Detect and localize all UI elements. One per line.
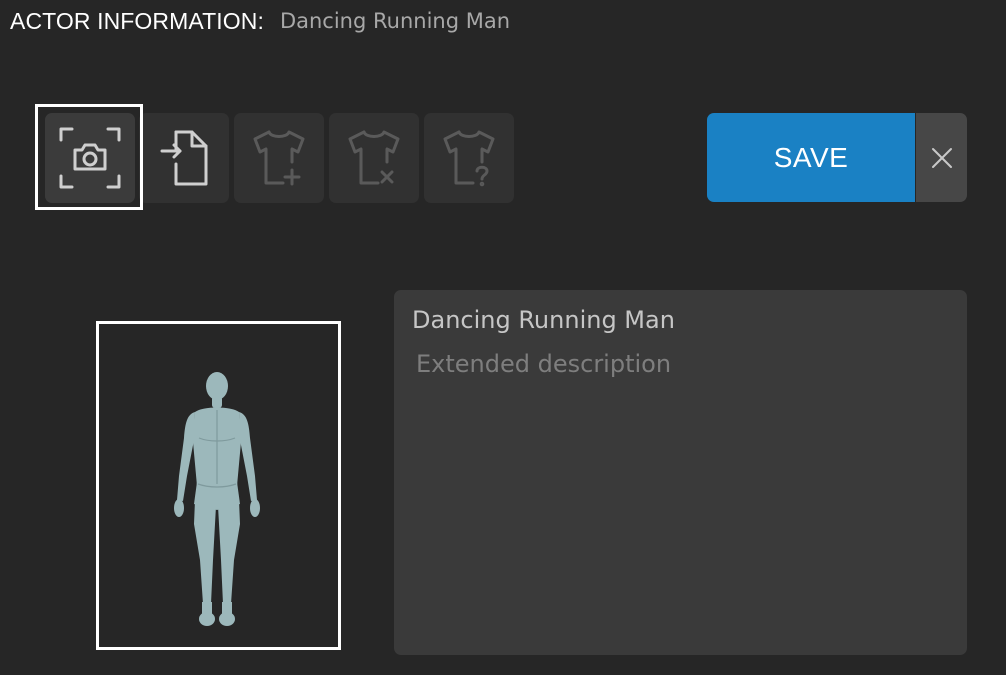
actor-thumbnail-preview <box>96 321 341 650</box>
extended-description-input[interactable] <box>412 346 960 644</box>
save-button[interactable]: SAVE <box>707 113 915 202</box>
actor-title-field[interactable]: Dancing Running Man <box>412 306 675 334</box>
remove-outfit-button[interactable] <box>329 113 419 203</box>
snapshot-button[interactable] <box>45 113 135 203</box>
actor-figure-thumbnail <box>174 372 260 626</box>
shirt-remove-icon <box>348 130 400 185</box>
outfit-help-button[interactable] <box>424 113 514 203</box>
shirt-help-icon <box>443 130 495 187</box>
actor-info-label: ACTOR INFORMATION: <box>10 7 264 34</box>
close-icon <box>931 147 952 168</box>
import-file-button[interactable] <box>139 113 229 203</box>
actor-name-value: Dancing Running Man <box>279 9 511 33</box>
camera-capture-icon <box>59 127 121 189</box>
actor-info-header: ACTOR INFORMATION: Dancing Running Man <box>10 6 510 36</box>
add-outfit-button[interactable] <box>234 113 324 203</box>
file-import-icon <box>160 130 208 186</box>
shirt-add-icon <box>253 130 305 186</box>
close-button[interactable] <box>916 113 967 202</box>
description-panel: Dancing Running Man <box>394 290 967 655</box>
